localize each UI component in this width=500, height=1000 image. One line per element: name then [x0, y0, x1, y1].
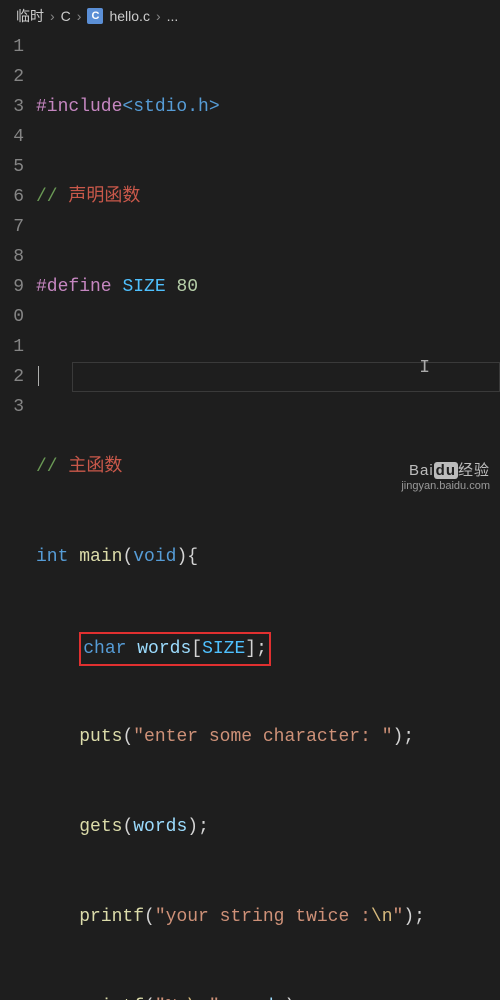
token-function: printf — [79, 907, 144, 927]
line-number: 7 — [0, 212, 24, 242]
watermark-url: jingyan.baidu.com — [401, 480, 490, 492]
code-line[interactable]: // 声明函数 — [36, 182, 500, 212]
breadcrumb-more[interactable]: ... — [167, 8, 179, 24]
code-line[interactable]: #include<stdio.h> — [36, 92, 500, 122]
line-number: 4 — [0, 122, 24, 152]
line-number: 8 — [0, 242, 24, 272]
breadcrumb-item[interactable]: 临时 — [16, 6, 44, 26]
token-comment: // — [36, 457, 68, 477]
text-cursor — [38, 366, 39, 386]
chevron-right-icon: › — [156, 8, 161, 24]
token-type: int — [36, 547, 68, 567]
chevron-right-icon: › — [50, 8, 55, 24]
token-punc: ){ — [176, 547, 198, 567]
token-comment: // — [36, 187, 68, 207]
token-punc: ( — [144, 907, 155, 927]
code-line[interactable]: char words[SIZE]; — [36, 632, 500, 662]
token-string: "%s — [155, 997, 187, 1000]
code-area[interactable]: #include<stdio.h> // 声明函数 #define SIZE 8… — [36, 32, 500, 1000]
chevron-right-icon: › — [77, 8, 82, 24]
token-string: "enter some character: " — [133, 727, 392, 747]
code-line[interactable]: printf("%s\n",words); — [36, 992, 500, 1000]
watermark-brand: Baidu经验 — [401, 459, 490, 480]
token-punc: ( — [122, 727, 133, 747]
line-number: 2 — [0, 362, 24, 392]
token-variable: words — [137, 639, 191, 659]
token-variable: words — [230, 997, 284, 1000]
token-function: puts — [79, 727, 122, 747]
line-number: 2 — [0, 62, 24, 92]
token-punc: [ — [191, 639, 202, 659]
line-gutter: 1 2 3 4 5 6 7 8 9 0 1 2 3 — [0, 32, 36, 1000]
token-punc: ( — [122, 547, 133, 567]
token-punc: ( — [144, 997, 155, 1000]
mouse-ibeam-icon: I — [419, 358, 430, 378]
breadcrumb-item[interactable]: C — [61, 8, 71, 24]
line-number: 3 — [0, 392, 24, 422]
code-line[interactable]: printf("your string twice :\n"); — [36, 902, 500, 932]
code-line[interactable]: int main(void){ — [36, 542, 500, 572]
line-number: 9 — [0, 272, 24, 302]
token-escape: \n — [187, 997, 209, 1000]
token-punc: ( — [122, 817, 133, 837]
watermark: Baidu经验 jingyan.baidu.com — [401, 459, 490, 492]
c-file-icon: C — [87, 8, 103, 24]
code-line[interactable]: #define SIZE 80 — [36, 272, 500, 302]
token-preproc: #define — [36, 277, 112, 297]
token-function: gets — [79, 817, 122, 837]
code-line-current[interactable] — [36, 362, 500, 392]
breadcrumb[interactable]: 临时 › C › C hello.c › ... — [0, 0, 500, 32]
code-editor[interactable]: 1 2 3 4 5 6 7 8 9 0 1 2 3 #include<stdio… — [0, 32, 500, 1000]
token-punc: ); — [187, 817, 209, 837]
line-number: 0 — [0, 302, 24, 332]
token-variable: words — [133, 817, 187, 837]
current-line-highlight — [72, 362, 500, 392]
token-comment: 声明函数 — [68, 187, 140, 207]
token-punc: ); — [393, 727, 415, 747]
token-macro: SIZE — [202, 639, 245, 659]
line-number: 6 — [0, 182, 24, 212]
token-preproc: #include — [36, 97, 122, 117]
line-number: 1 — [0, 332, 24, 362]
token-punc: ); — [285, 997, 307, 1000]
token-include-path: <stdio.h> — [122, 97, 219, 117]
line-number: 1 — [0, 32, 24, 62]
token-type: void — [133, 547, 176, 567]
token-punc: ); — [403, 907, 425, 927]
token-function: printf — [79, 997, 144, 1000]
token-type: char — [83, 639, 126, 659]
token-macro: SIZE — [122, 277, 165, 297]
line-number: 5 — [0, 152, 24, 182]
token-punc: ]; — [245, 639, 267, 659]
line-number: 3 — [0, 92, 24, 122]
token-string: "your string twice : — [155, 907, 371, 927]
token-comment: 主函数 — [68, 457, 122, 477]
code-line[interactable]: gets(words); — [36, 812, 500, 842]
code-line[interactable]: puts("enter some character: "); — [36, 722, 500, 752]
token-string: " — [393, 907, 404, 927]
token-number: 80 — [176, 277, 198, 297]
token-function: main — [79, 547, 122, 567]
token-string: " — [209, 997, 220, 1000]
token-escape: \n — [371, 907, 393, 927]
token-punc: , — [220, 997, 231, 1000]
breadcrumb-file[interactable]: hello.c — [109, 8, 149, 24]
highlight-box: char words[SIZE]; — [79, 632, 271, 666]
